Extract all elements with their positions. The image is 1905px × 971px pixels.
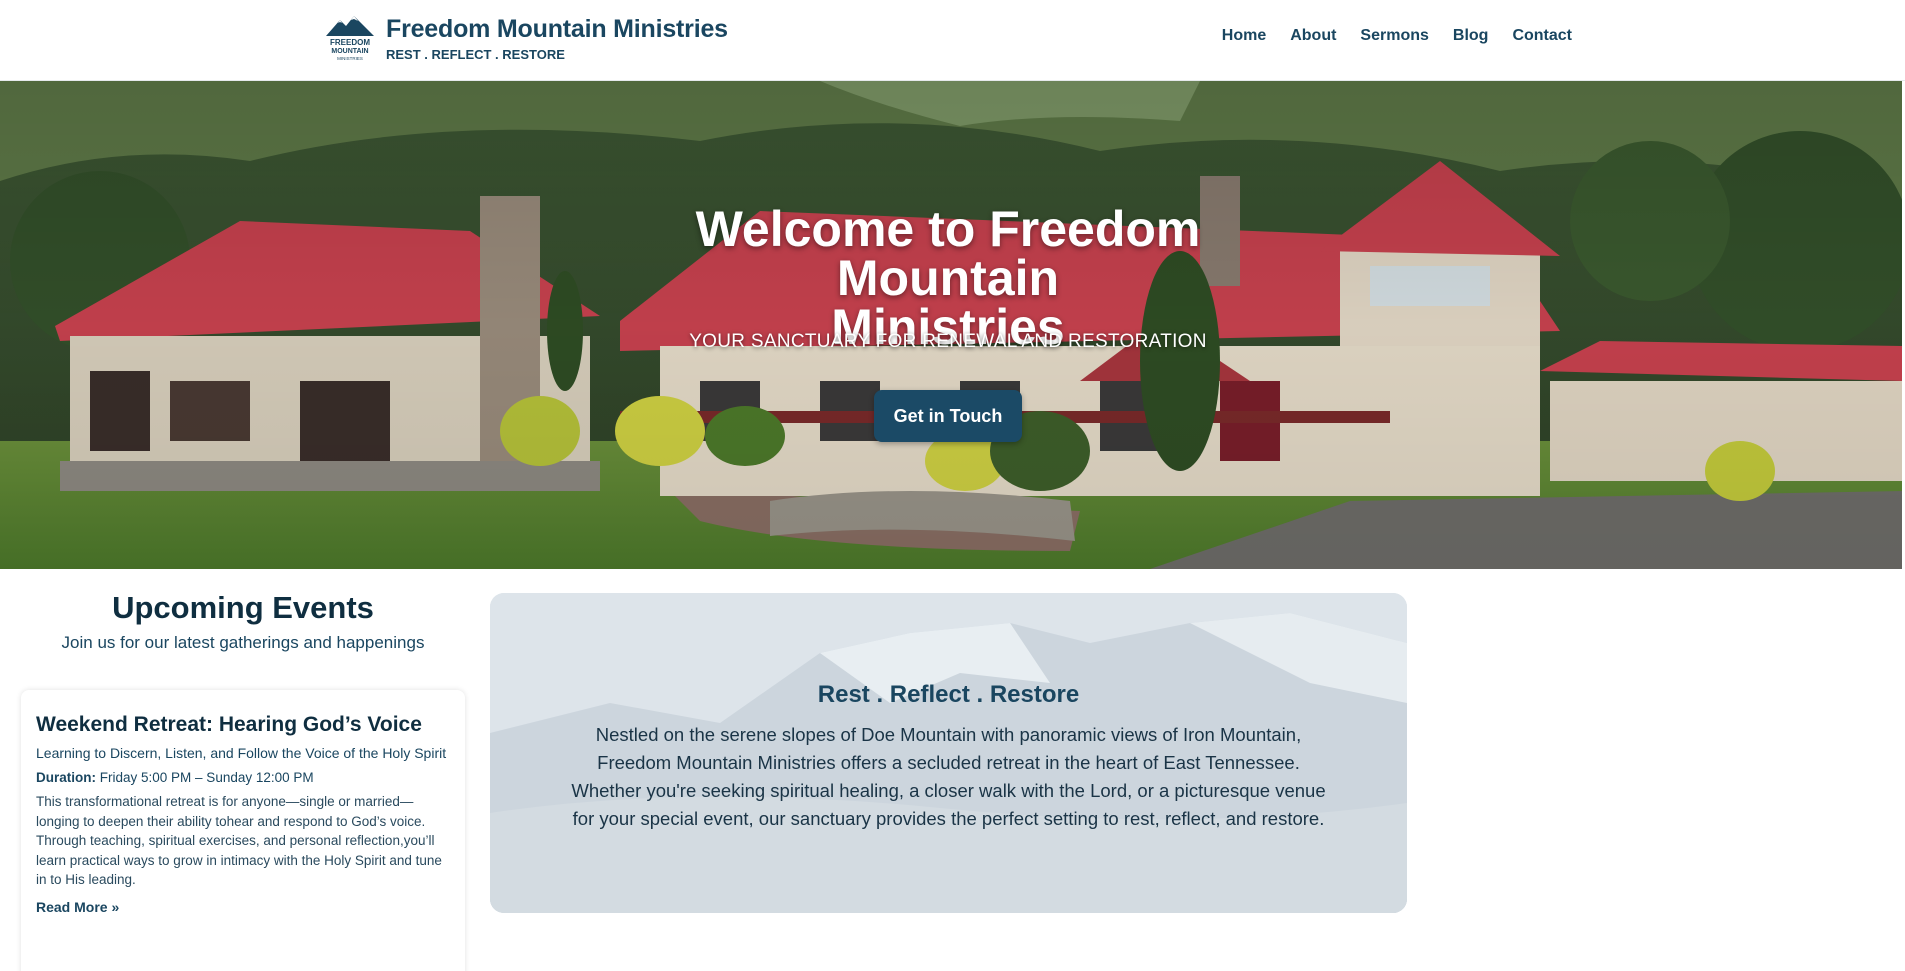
- event-duration-value: Friday 5:00 PM – Sunday 12:00 PM: [99, 770, 314, 785]
- nav-sermons[interactable]: Sermons: [1360, 27, 1428, 45]
- site-tagline: REST . REFLECT . RESTORE: [386, 47, 565, 62]
- get-in-touch-button[interactable]: Get in Touch: [874, 390, 1022, 442]
- main-nav: Home About Sermons Blog Contact: [1222, 27, 1572, 45]
- about-panel: Rest . Reflect . Restore Nestled on the …: [490, 593, 1407, 913]
- hero-title: Welcome to Freedom Mountain Ministries: [0, 201, 1896, 352]
- nav-about[interactable]: About: [1290, 27, 1336, 45]
- logo-text-line3: MINISTRIES: [337, 56, 363, 61]
- logo-text-line1: FREEDOM: [330, 38, 370, 47]
- mountain-logo-icon: FREEDOM MOUNTAIN MINISTRIES: [324, 14, 376, 64]
- event-title[interactable]: Weekend Retreat: Hearing God’s Voice: [36, 712, 450, 738]
- event-subtitle: Learning to Discern, Listen, and Follow …: [36, 745, 447, 761]
- nav-contact[interactable]: Contact: [1512, 27, 1572, 45]
- logo-text-line2: MOUNTAIN: [331, 48, 368, 55]
- site-header: FREEDOM MOUNTAIN MINISTRIES Freedom Moun…: [0, 0, 1905, 81]
- nav-blog[interactable]: Blog: [1453, 27, 1489, 45]
- events-title: Upcoming Events: [112, 590, 374, 625]
- event-duration-label: Duration:: [36, 770, 96, 785]
- about-title: Rest . Reflect . Restore: [817, 681, 1080, 708]
- event-card: Weekend Retreat: Hearing God’s Voice Lea…: [21, 690, 465, 971]
- about-text: Nestled on the serene slopes of Doe Moun…: [571, 724, 1326, 829]
- hero-subtitle: YOUR SANCTUARY FOR RENEWAL AND RESTORATI…: [689, 331, 1207, 352]
- hero-section: Welcome to Freedom Mountain Ministries Y…: [0, 81, 1902, 569]
- nav-home[interactable]: Home: [1222, 27, 1266, 45]
- events-subtitle: Join us for our latest gatherings and ha…: [61, 633, 425, 652]
- event-description: This transformational retreat is for any…: [36, 794, 442, 887]
- hero-title-line1: Welcome to Freedom Mountain: [695, 201, 1201, 306]
- site-title[interactable]: Freedom Mountain Ministries: [386, 14, 728, 44]
- events-header: Upcoming Events Join us for our latest g…: [20, 590, 466, 653]
- brand[interactable]: FREEDOM MOUNTAIN MINISTRIES Freedom Moun…: [324, 14, 728, 64]
- event-duration: Duration: Friday 5:00 PM – Sunday 12:00 …: [36, 770, 450, 785]
- read-more-link[interactable]: Read More »: [36, 899, 119, 915]
